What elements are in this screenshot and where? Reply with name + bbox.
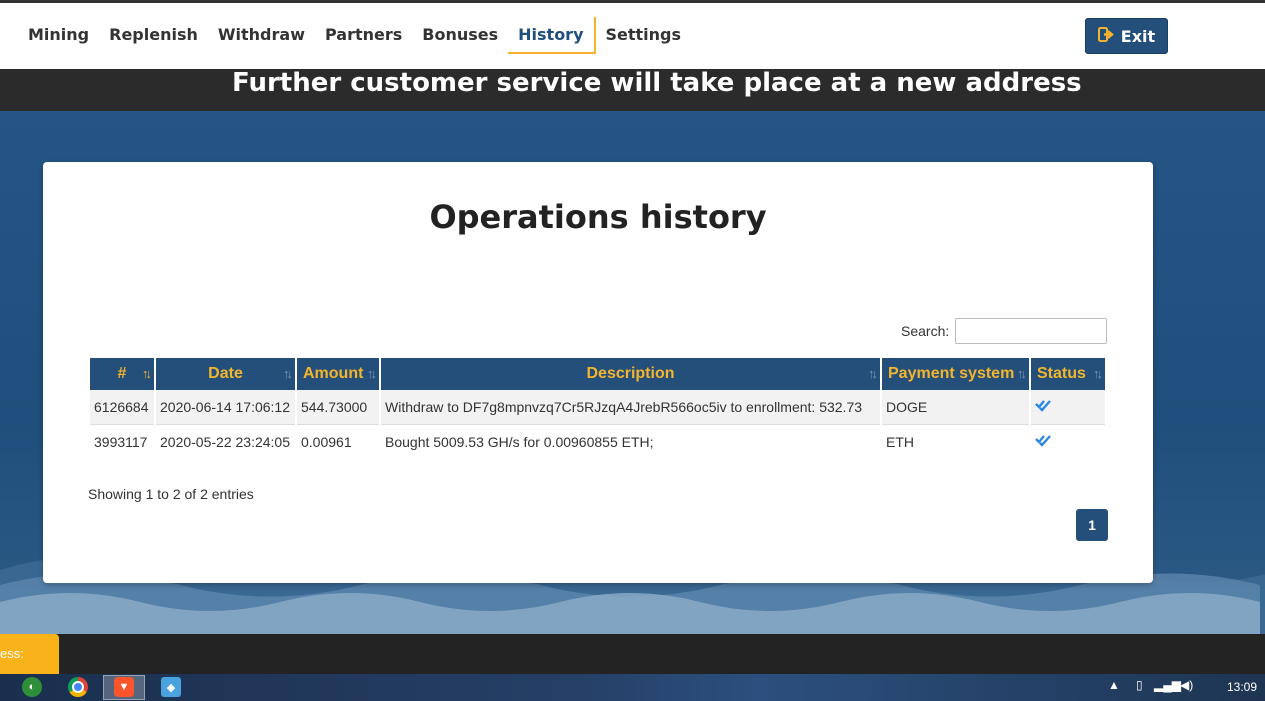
top-navbar: Mining Replenish Withdraw Partners Bonus… — [0, 3, 1265, 69]
operations-table: # ↑↓ Date ↑↓ Amount ↑↓ Description ↑↓ Pa… — [88, 358, 1107, 459]
nav-item-replenish[interactable]: Replenish — [99, 17, 208, 54]
nav-item-mining[interactable]: Mining — [18, 17, 99, 54]
cell-id: 3993117 — [94, 434, 148, 450]
chrome-icon[interactable] — [68, 677, 88, 697]
cube-app-icon[interactable]: ◆ — [161, 677, 181, 697]
column-label: Date — [208, 365, 243, 382]
nav-item-settings[interactable]: Settings — [596, 17, 692, 54]
pagination-page-button[interactable]: 1 — [1076, 509, 1108, 541]
brave-icon[interactable]: ▼ — [114, 677, 134, 697]
cell-date: 2020-05-22 23:24:05 — [160, 434, 290, 450]
column-label: Status — [1037, 365, 1086, 382]
exit-button[interactable]: Exit — [1085, 18, 1168, 54]
sort-icon: ↑↓ — [868, 366, 878, 381]
cell-status — [1031, 390, 1105, 425]
column-header-description[interactable]: Description ↑↓ — [381, 358, 880, 390]
column-label: Payment system — [888, 365, 1015, 382]
notification-tab[interactable]: ess: — [0, 634, 59, 674]
page-title: Operations history — [429, 198, 767, 236]
column-header-amount[interactable]: Amount ↑↓ — [297, 358, 379, 390]
sort-icon: ↑↓ — [1093, 366, 1103, 381]
column-label: Description — [586, 365, 675, 382]
banner-text: Further customer service will take place… — [232, 68, 1082, 98]
column-label: # — [117, 365, 127, 382]
announcement-banner: Further customer service will take place… — [0, 69, 1265, 111]
column-header-id[interactable]: # ↑↓ — [90, 358, 154, 390]
table-row: 6126684 2020-06-14 17:06:12 544.73000 Wi… — [90, 390, 1105, 425]
sort-icon: ↑↓ — [1017, 366, 1027, 381]
column-header-date[interactable]: Date ↑↓ — [156, 358, 295, 390]
cell-status — [1031, 425, 1105, 459]
volume-icon[interactable]: ◀) — [1180, 678, 1193, 692]
double-check-icon — [1035, 434, 1051, 451]
signal-icon[interactable]: ▂▄▆ — [1154, 678, 1181, 692]
cell-amount: 0.00961 — [301, 434, 352, 450]
footer-bar — [0, 634, 1265, 674]
sign-out-icon — [1097, 26, 1115, 46]
exit-label: Exit — [1120, 26, 1156, 46]
double-check-icon — [1035, 399, 1051, 416]
cell-amount: 544.73000 — [297, 390, 379, 425]
table-header-row: # ↑↓ Date ↑↓ Amount ↑↓ Description ↑↓ Pa… — [90, 358, 1105, 390]
taskbar-clock[interactable]: 13:09 — [1227, 680, 1257, 694]
notification-tab-text: ess: — [0, 646, 24, 661]
sort-asc-icon: ↑↓ — [142, 366, 152, 381]
operations-history-card: Operations history Search: # ↑↓ Date ↑↓ … — [43, 162, 1153, 583]
search-label: Search: — [901, 323, 950, 339]
cell-description: Bought 5009.53 GH/s for 0.00960855 ETH; — [385, 434, 654, 450]
column-label: Amount — [303, 365, 364, 382]
table-info-text: Showing 1 to 2 of 2 entries — [88, 486, 254, 502]
nav-item-partners[interactable]: Partners — [315, 17, 412, 54]
table-row: 3993117 2020-05-22 23:24:05 0.00961 Boug… — [90, 425, 1105, 459]
sort-icon: ↑↓ — [283, 366, 293, 381]
nav-menu: Mining Replenish Withdraw Partners Bonus… — [18, 17, 691, 54]
battery-icon[interactable]: ▯ — [1136, 678, 1143, 692]
sort-icon: ↑↓ — [367, 366, 377, 381]
cell-date: 2020-06-14 17:06:12 — [156, 390, 295, 425]
cell-description: Withdraw to DF7g8mpnvzq7Cr5RJzqA4JrebR56… — [381, 390, 880, 425]
nav-item-bonuses[interactable]: Bonuses — [412, 17, 508, 54]
nav-item-withdraw[interactable]: Withdraw — [208, 17, 315, 54]
column-header-status[interactable]: Status ↑↓ — [1031, 358, 1105, 390]
column-header-payment-system[interactable]: Payment system ↑↓ — [882, 358, 1029, 390]
cell-payment-system: ETH — [886, 434, 914, 450]
cell-id: 6126684 — [90, 390, 154, 425]
cell-payment-system: DOGE — [882, 390, 1029, 425]
app-globe-icon[interactable]: ◐ — [22, 677, 42, 697]
tray-expand-icon[interactable]: ▲ — [1108, 678, 1120, 692]
search-input[interactable] — [955, 318, 1107, 344]
os-taskbar: ◐ ▼ ◆ ▲ ▯ ▂▄▆ ◀) 13:09 — [0, 674, 1265, 701]
nav-item-history[interactable]: History — [508, 17, 596, 54]
